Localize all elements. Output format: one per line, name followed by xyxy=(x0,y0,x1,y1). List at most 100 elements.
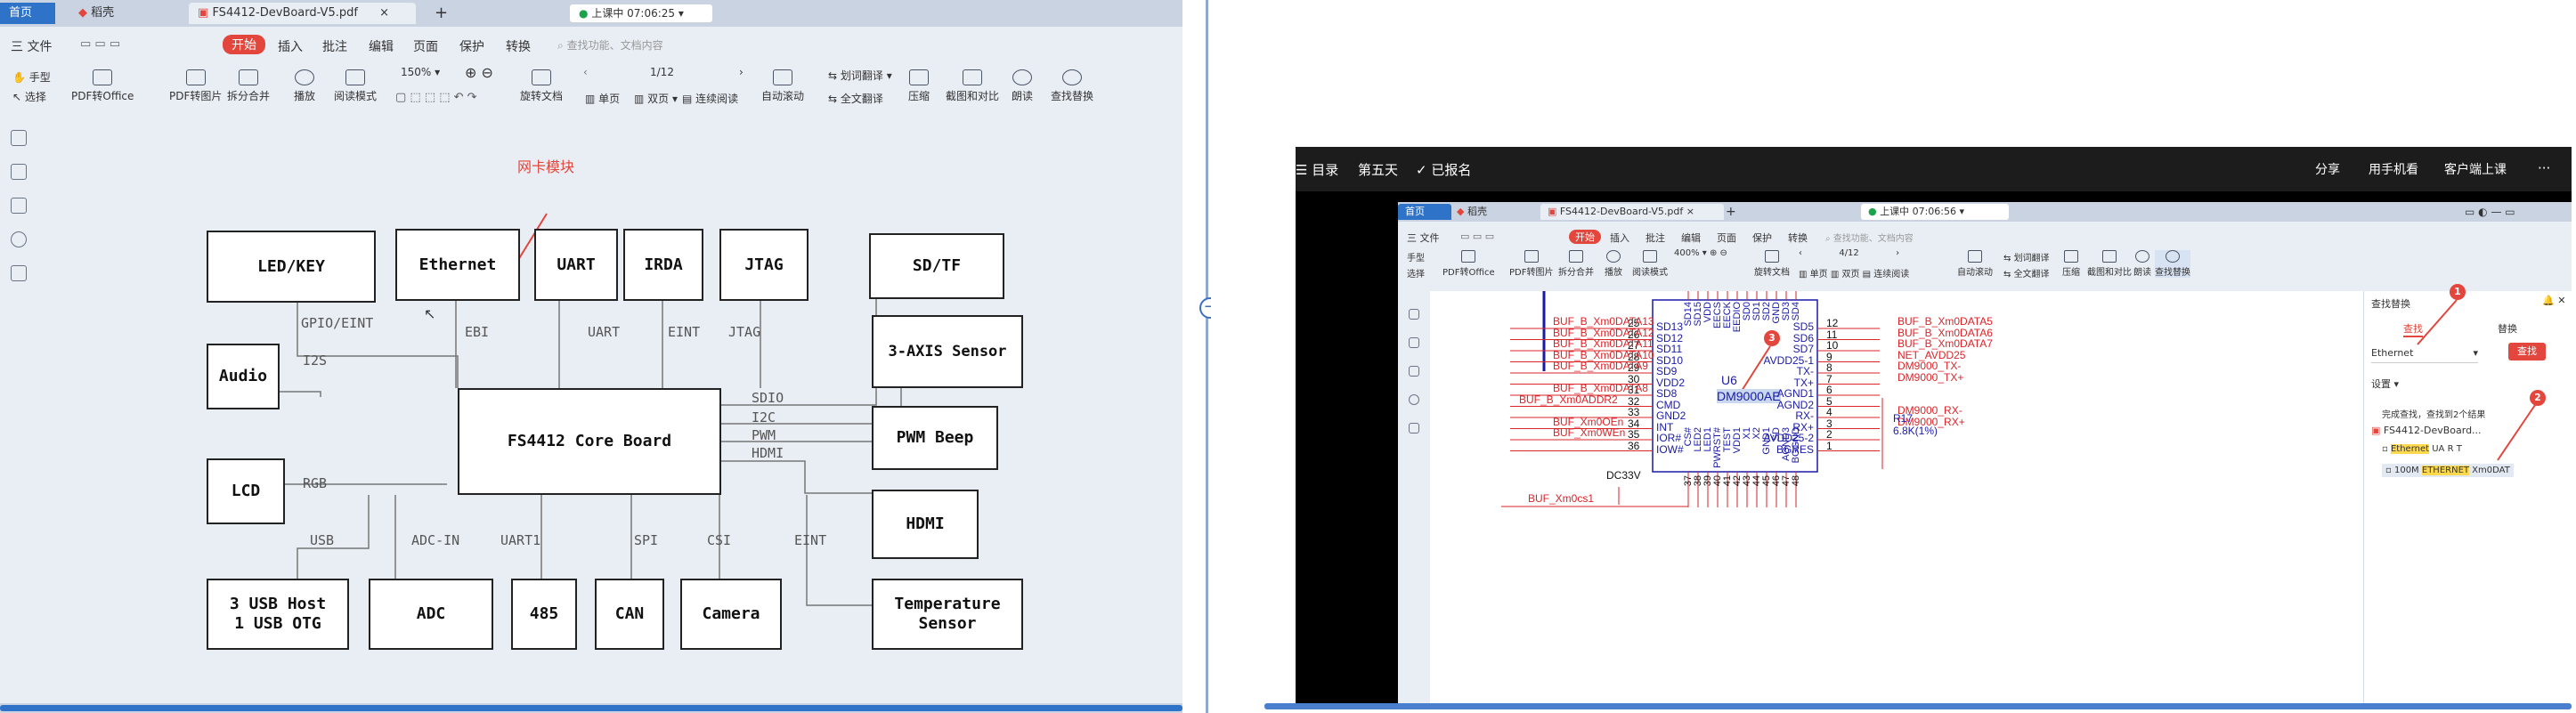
hand-tool[interactable]: ✋ 手型 xyxy=(12,69,51,85)
play-button[interactable]: 播放 xyxy=(294,69,315,103)
scrollbar-thumb[interactable] xyxy=(0,705,1182,711)
translate-button[interactable]: ⇆ 划词翻译 ▾ xyxy=(828,68,892,83)
label-sdio: SDIO xyxy=(752,390,784,406)
double-page-button[interactable]: ▥ 双页 ▾ xyxy=(634,91,678,106)
find-result-doc-name: FS4412-DevBoard... xyxy=(2383,425,2482,436)
label-csi: CSI xyxy=(707,532,732,548)
zoom-out-icon[interactable]: ⊖ xyxy=(482,64,493,81)
block-irda: IRDA xyxy=(623,229,703,301)
shared-select-label: 选择 xyxy=(1407,270,1425,280)
zoom-select[interactable]: 150% ▾ xyxy=(401,66,440,78)
split-merge-button[interactable]: 拆分合并 xyxy=(227,69,270,103)
block-audio: Audio xyxy=(207,344,280,409)
continuous-label: 连续阅读 xyxy=(695,93,739,105)
compress-button[interactable]: 压缩 xyxy=(908,69,930,103)
search-input[interactable]: ⌕ 查找功能、文档内容 xyxy=(557,37,663,53)
menu-start[interactable]: 开始 xyxy=(223,35,265,54)
find-dropdown-icon: ▾ xyxy=(2473,347,2478,359)
signature-icon[interactable] xyxy=(11,265,27,281)
single-page-button[interactable]: ▥ 单页 xyxy=(585,91,620,106)
find-panel-icons: 🔔 ✕ xyxy=(2542,295,2566,306)
prev-page-button[interactable]: ‹ xyxy=(583,66,588,78)
zoom-buttons[interactable]: ⊕ ⊖ xyxy=(465,64,493,81)
quick-access-icons[interactable]: ▭ ▭ ▭ xyxy=(80,37,120,51)
find-replace-button[interactable]: 查找替换 xyxy=(1051,69,1093,103)
shared-play-label: 播放 xyxy=(1605,268,1622,278)
close-tab-icon[interactable]: × xyxy=(379,6,389,20)
tab-pdf-document[interactable]: ▣ FS4412-DevBoard-V5.pdf × xyxy=(189,3,416,24)
client-class-button[interactable]: 客户端上课 xyxy=(2444,160,2507,178)
shared-docer-label: 稻壳 xyxy=(1467,206,1487,217)
stream-header: ☰ 目录 第五天 ✓ 已报名 分享 用手机看 客户端上课 ··· xyxy=(1296,147,2572,191)
catalog-button[interactable]: ☰ 目录 xyxy=(1296,160,1338,179)
temp-line-1: Temperature xyxy=(894,595,1001,613)
divider-line[interactable] xyxy=(1206,0,1208,713)
shared-find-replace-label: 查找替换 xyxy=(2155,268,2190,278)
shared-page-number: 4/12 xyxy=(1839,248,1859,258)
single-page-label: 单页 xyxy=(598,93,621,105)
magnifier-icon xyxy=(1062,69,1082,85)
attachment-icon[interactable] xyxy=(11,231,27,247)
bookmark-icon[interactable] xyxy=(11,130,27,146)
resistor-value: 6.8K(1%) xyxy=(1893,425,1938,437)
page-indicator[interactable]: 1/12 xyxy=(650,66,674,78)
menu-edit[interactable]: 编辑 xyxy=(369,37,394,55)
menu-annotate[interactable]: 批注 xyxy=(322,37,347,55)
compress-icon xyxy=(909,69,929,85)
live-status-badge: ● 上课中 07:06:25 ▾ xyxy=(570,4,712,22)
shared-menu-insert: 插入 xyxy=(1610,232,1629,244)
marker-3: 3 xyxy=(1764,330,1780,346)
menu-file[interactable]: 三 文件 xyxy=(11,37,52,55)
pdf-to-office-button[interactable]: PDF转Office xyxy=(71,69,134,103)
shared-pdf-label: FS4412-DevBoard-V5.pdf xyxy=(1559,206,1684,217)
menu-page[interactable]: 页面 xyxy=(413,37,438,55)
more-button[interactable]: ··· xyxy=(2538,160,2550,176)
rotate-button[interactable]: 旋转文档 xyxy=(520,69,563,103)
screenshot-button[interactable]: 截图和对比 xyxy=(946,69,999,103)
top-pin-name: SD4 xyxy=(1791,302,1801,321)
new-tab-button[interactable]: + xyxy=(426,3,452,24)
shared-double-label: 双页 xyxy=(1841,270,1860,280)
continuous-read-button[interactable]: ▤ 连续阅读 xyxy=(682,91,738,106)
tab-docer[interactable]: ◆ 稻壳 xyxy=(69,3,176,24)
hand-label: 手型 xyxy=(28,71,51,84)
tab-home[interactable]: 首页 xyxy=(0,3,55,24)
phone-watch-button[interactable]: 用手机看 xyxy=(2369,160,2418,178)
block-jtag: JTAG xyxy=(719,229,809,301)
tab-pdf-label: FS4412-DevBoard-V5.pdf xyxy=(212,6,358,20)
shared-search: ⌕ 查找功能、文档内容 xyxy=(1825,234,1914,244)
shared-tab-docer: ◆ 稻壳 xyxy=(1450,204,1494,220)
book-icon xyxy=(345,69,365,85)
shared-window-controls: ▭ ◐ — ▭ xyxy=(2465,206,2515,218)
shared-rotate-label: 旋转文档 xyxy=(1754,268,1790,278)
zoom-in-icon[interactable]: ⊕ xyxy=(465,64,476,81)
horizontal-scrollbar[interactable] xyxy=(0,703,1182,713)
find-input-value: Ethernet xyxy=(2371,347,2414,359)
resistor-ref: R17 xyxy=(1893,412,1914,425)
pdf-to-office-label: PDF转Office xyxy=(71,90,134,102)
pdf-to-image-button[interactable]: PDF转图片 xyxy=(169,69,222,103)
schematic-page: U6 DM9000AE 25 SD13 BUF_B_Xm0DATA13 26 SD12 BUF… xyxy=(1430,291,2392,706)
read-aloud-button[interactable]: 朗读 xyxy=(1012,69,1033,103)
shared-view-buttons: ▥ 单页 ▥ 双页 ▤ 连续阅读 xyxy=(1799,270,1910,280)
find-panel-title: 查找替换 xyxy=(2371,298,2410,310)
read-mode-label: 阅读模式 xyxy=(334,90,378,102)
pdf-file-icon: ▣ xyxy=(198,6,209,20)
screenshot-icon xyxy=(963,69,982,85)
auto-scroll-button[interactable]: 自动滚动 xyxy=(761,69,804,103)
menu-protect[interactable]: 保护 xyxy=(459,37,484,55)
thumbnail-icon[interactable] xyxy=(11,164,27,180)
select-tool[interactable]: ↖ 选择 xyxy=(12,89,46,104)
view-tool-icons[interactable]: ▢ ⬚ ⬚ ⬚ ↶ ↷ xyxy=(395,91,477,104)
read-mode-button[interactable]: 阅读模式 xyxy=(334,69,377,103)
image-icon xyxy=(185,69,206,85)
next-page-button[interactable]: › xyxy=(739,66,744,78)
menu-insert[interactable]: 插入 xyxy=(278,37,303,55)
page-number: 1/12 xyxy=(650,66,674,78)
shared-zoom: 400% ▾ ⊕ ⊖ xyxy=(1674,248,1727,258)
comment-icon[interactable] xyxy=(11,198,27,214)
shared-full-translate-label: 全文翻译 xyxy=(2013,270,2050,280)
share-button[interactable]: 分享 xyxy=(2315,160,2340,178)
menu-convert[interactable]: 转换 xyxy=(506,37,531,55)
full-translate-button[interactable]: ⇆ 全文翻译 xyxy=(828,91,883,106)
